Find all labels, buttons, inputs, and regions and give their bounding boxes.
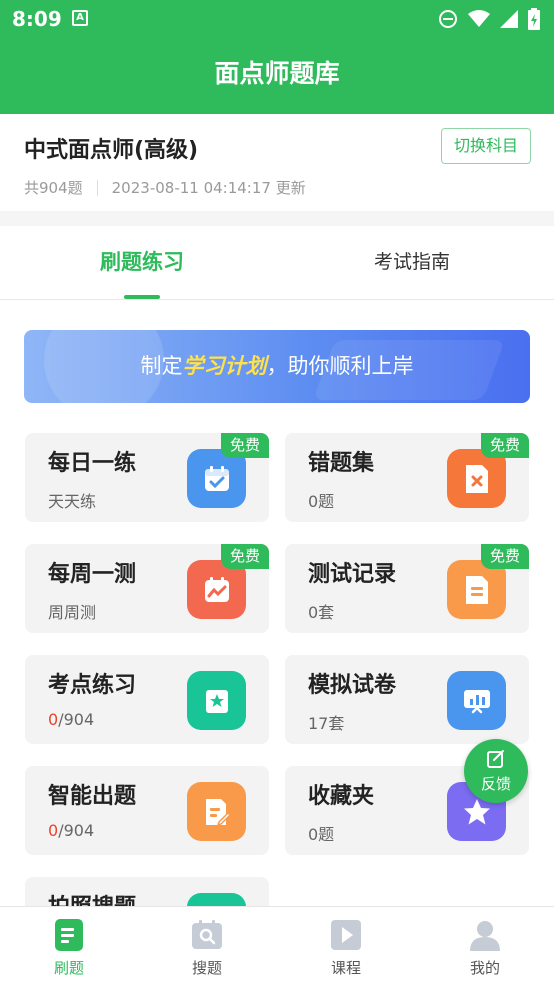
- card-smart-questions[interactable]: 智能出题 0/904: [25, 766, 269, 855]
- tab-bar: 刷题练习 考试指南: [0, 226, 554, 300]
- card-title: 模拟试卷: [308, 673, 397, 698]
- nav-profile[interactable]: 我的: [416, 907, 554, 984]
- tab-indicator: [124, 295, 160, 299]
- card-subtitle: 17套: [308, 714, 345, 733]
- banner-suffix: ，助你顺利上岸: [266, 354, 414, 378]
- card-subtitle: 0套: [308, 603, 335, 622]
- card-subtitle: 天天练: [48, 492, 97, 511]
- card-subtitle: 0/904: [48, 710, 94, 729]
- app-bar: 面点师题库: [0, 38, 554, 114]
- card-wrong-questions[interactable]: 错题集 0题 免费: [285, 433, 529, 522]
- free-badge: 免费: [221, 544, 269, 569]
- card-mock-exam[interactable]: 模拟试卷 17套: [285, 655, 529, 744]
- app-title: 面点师题库: [214, 59, 340, 88]
- banner-highlight: 学习计划: [182, 354, 267, 378]
- profile-icon: [470, 921, 500, 951]
- practice-icon: [55, 919, 83, 951]
- free-badge: 免费: [221, 433, 269, 458]
- card-title: 拍照搜题: [48, 889, 136, 906]
- nav-label: 课程: [330, 959, 361, 977]
- camera-search-icon: [187, 893, 246, 906]
- feedback-label: 反馈: [480, 775, 511, 793]
- card-keypoint-practice[interactable]: 考点练习 0/904: [25, 655, 269, 744]
- card-title: 考点练习: [48, 673, 137, 698]
- status-time: 8:09: [12, 7, 62, 31]
- card-subtitle: 0/904: [48, 821, 94, 840]
- card-title: 错题集: [308, 451, 375, 476]
- tab-practice[interactable]: 刷题练习: [52, 226, 232, 299]
- feedback-button[interactable]: 反馈: [464, 739, 528, 803]
- play-icon: [331, 920, 361, 950]
- signal-icon: [500, 10, 518, 28]
- progress-done: 0: [48, 710, 59, 729]
- update-time: 2023-08-11 04:14:17 更新: [111, 179, 306, 197]
- subject-header: 中式面点师(高级) 共904题 2023-08-11 04:14:17 更新 切…: [0, 114, 554, 211]
- card-title: 测试记录: [308, 562, 397, 587]
- card-title: 收藏夹: [308, 784, 375, 809]
- notification-icon: A: [72, 10, 88, 26]
- question-count: 共904题: [24, 179, 83, 197]
- banner-text: 制定学习计划，助你顺利上岸: [24, 330, 530, 403]
- nav-course[interactable]: 课程: [277, 907, 415, 984]
- main-panel: 刷题练习 考试指南 制定学习计划，助你顺利上岸 每日一练 天天练 免费 错题集 …: [0, 226, 554, 906]
- nav-label: 搜题: [191, 959, 222, 977]
- progress-total: /904: [58, 821, 95, 840]
- free-badge: 免费: [481, 544, 529, 569]
- nav-label: 刷题: [53, 959, 84, 977]
- star-book-icon: [187, 671, 246, 730]
- nav-search[interactable]: 搜题: [138, 907, 276, 984]
- study-plan-banner[interactable]: 制定学习计划，助你顺利上岸: [24, 330, 530, 403]
- card-photo-search[interactable]: 拍照搜题: [25, 877, 269, 906]
- banner-prefix: 制定: [140, 354, 183, 378]
- nav-practice[interactable]: 刷题: [0, 907, 138, 984]
- card-title: 每周一测: [48, 562, 137, 587]
- card-weekly-test[interactable]: 每周一测 周周测 免费: [25, 544, 269, 633]
- card-title: 每日一练: [48, 451, 137, 476]
- edit-doc-icon: [187, 782, 246, 841]
- nav-label: 我的: [469, 959, 500, 977]
- card-title: 智能出题: [48, 784, 137, 809]
- search-icon: [192, 920, 222, 949]
- card-daily-practice[interactable]: 每日一练 天天练 免费: [25, 433, 269, 522]
- edit-icon: [487, 750, 504, 768]
- switch-subject-button[interactable]: 切换科目: [441, 128, 531, 164]
- meta-divider: [96, 179, 98, 196]
- free-badge: 免费: [481, 433, 529, 458]
- card-test-records[interactable]: 测试记录 0套 免费: [285, 544, 529, 633]
- presentation-icon: [447, 671, 506, 730]
- bottom-nav: 刷题 搜题 课程 我的: [0, 906, 554, 984]
- subject-name: 中式面点师(高级): [24, 138, 199, 163]
- card-subtitle: 周周测: [48, 603, 97, 622]
- system-icons: [438, 8, 540, 30]
- card-subtitle: 0题: [308, 492, 335, 511]
- status-bar: 8:09 A: [0, 0, 554, 38]
- progress-done: 0: [48, 821, 59, 840]
- progress-total: /904: [58, 710, 95, 729]
- tab-exam-guide[interactable]: 考试指南: [322, 226, 502, 299]
- wifi-icon: [468, 10, 490, 27]
- dnd-icon: [439, 10, 457, 28]
- card-subtitle: 0题: [308, 825, 335, 844]
- battery-icon: [528, 8, 540, 30]
- subject-meta: 共904题 2023-08-11 04:14:17 更新: [24, 177, 306, 198]
